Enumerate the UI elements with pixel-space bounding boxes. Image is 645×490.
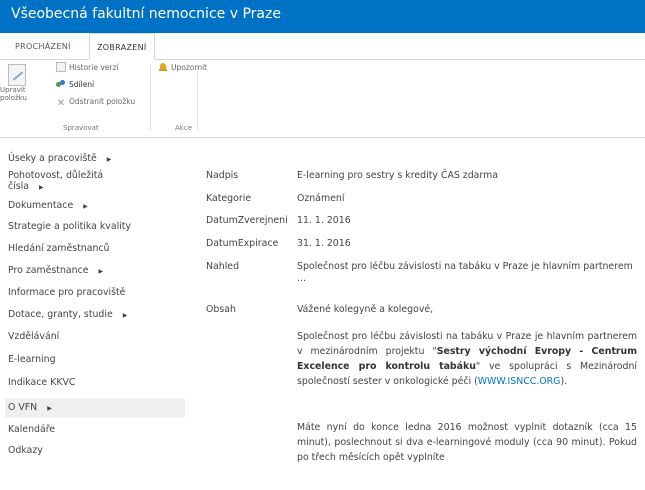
site-title[interactable]: Všeobecná fakultní nemocnice v Praze — [11, 6, 281, 22]
nav-item-pohotovost[interactable]: Pohotovost, důležitá čísla ▶ — [5, 170, 185, 193]
nav-item-label-line2: čísla — [8, 181, 29, 192]
tab-prochazeni[interactable]: PROCHÁZENÍ — [8, 33, 78, 58]
ribbon-separator — [197, 64, 198, 130]
ribbon-separator — [150, 64, 151, 130]
field-label-obsah: Obsah — [206, 304, 236, 315]
delete-item-label: Odstranit položku — [69, 97, 136, 106]
version-history-icon — [56, 62, 66, 72]
ribbon: Upravit položku Historie verzí Sdílení ✕… — [0, 60, 645, 138]
version-history-label: Historie verzí — [69, 63, 119, 72]
edit-item-button[interactable]: Upravit položku — [0, 62, 32, 126]
field-value-nadpis: E-learning pro sestry s kredity ČAS zdar… — [297, 170, 498, 181]
nav-item-hledani[interactable]: Hledání zaměstnanců — [5, 243, 185, 254]
field-value-datum-expirace: 31. 1. 2016 — [297, 238, 351, 249]
nav-item-strategie[interactable]: Strategie a politika kvality — [5, 221, 185, 232]
suite-bar: Všeobecná fakultní nemocnice v Praze — [0, 0, 645, 33]
flyout-arrow-icon: ▶ — [98, 268, 104, 275]
group-label-manage: Spravovat — [63, 124, 99, 132]
content-paragraph-1: Společnost pro léčbu závislosti na tabák… — [297, 329, 637, 389]
nav-item-useky[interactable]: Úseky a pracoviště ▶ — [5, 153, 185, 165]
field-label-datum-expirace: DatumExpirace — [206, 238, 279, 249]
nav-item-pro-zamestnance[interactable]: Pro zaměstnance ▶ — [5, 265, 185, 277]
nav-item-odkazy[interactable]: Odkazy — [5, 445, 185, 456]
field-value-kategorie: Oznámení — [297, 193, 345, 204]
nav-item-kalendare[interactable]: Kalendáře — [5, 424, 185, 435]
nav-item-indikace[interactable]: Indikace KKVC — [5, 377, 185, 388]
nav-item-label: Úseky a pracoviště — [8, 153, 97, 164]
nav-item-dokumentace[interactable]: Dokumentace ▶ — [5, 200, 185, 212]
flyout-arrow-icon: ▶ — [83, 203, 88, 210]
nav-item-vzdelavani[interactable]: Vzdělávání — [5, 331, 185, 342]
nav-item-label: O VFN — [8, 402, 38, 413]
field-label-nadpis: Nadpis — [206, 170, 239, 181]
nav-item-dotace[interactable]: Dotace, granty, studie ▶ — [5, 309, 185, 321]
nav-item-label: Dotace, granty, studie — [8, 309, 113, 320]
flyout-arrow-icon: ▶ — [122, 312, 128, 319]
nav-item-informace[interactable]: Informace pro pracoviště — [5, 287, 185, 298]
version-history-button[interactable]: Historie verzí — [56, 62, 118, 74]
nav-item-o-vfn[interactable]: O VFN ▶ — [5, 398, 185, 418]
content-text: ). — [560, 376, 568, 387]
field-value-greeting: Vážené kolegyně a kolegové, — [297, 304, 434, 315]
group-label-actions: Akce — [175, 124, 192, 132]
delete-x-icon: ✕ — [56, 98, 66, 109]
tab-zobrazeni[interactable]: ZOBRAZENÍ — [89, 33, 155, 60]
bell-icon — [158, 62, 168, 72]
edit-item-label: Upravit položku — [0, 86, 27, 102]
flyout-arrow-icon: ▶ — [47, 405, 52, 412]
nav-item-e-learning[interactable]: E-learning — [5, 354, 185, 365]
flyout-arrow-icon: ▶ — [39, 184, 44, 191]
share-icon — [56, 79, 66, 89]
field-label-datum-zverejneni: DatumZverejneni — [206, 215, 288, 226]
isncc-link[interactable]: WWW.ISNCC.ORG — [478, 376, 561, 387]
field-label-nahled: Nahled — [206, 261, 240, 272]
field-value-datum-zverejneni: 11. 1. 2016 — [297, 215, 351, 226]
alert-me-button[interactable]: Upozornit — [158, 62, 207, 74]
delete-item-button[interactable]: ✕ Odstranit položku — [56, 96, 136, 109]
ribbon-tabs: PROCHÁZENÍ ZOBRAZENÍ — [0, 33, 645, 60]
field-value-nahled: Společnost pro léčbu závislosti na tabák… — [297, 261, 633, 284]
alert-label: Upozornit — [171, 63, 208, 72]
nav-item-label: Pohotovost, důležitá — [8, 170, 104, 181]
flyout-arrow-icon: ▶ — [106, 156, 112, 163]
nav-item-label: Dokumentace — [8, 200, 74, 211]
share-label: Sdílení — [69, 80, 95, 89]
field-label-kategorie: Kategorie — [206, 193, 252, 204]
edit-document-icon — [8, 64, 26, 86]
share-button[interactable]: Sdílení — [56, 79, 94, 91]
content-paragraph-2: Máte nyní do konce ledna 2016 možnost vy… — [297, 422, 637, 463]
nav-item-label: Pro zaměstnance — [8, 265, 89, 276]
